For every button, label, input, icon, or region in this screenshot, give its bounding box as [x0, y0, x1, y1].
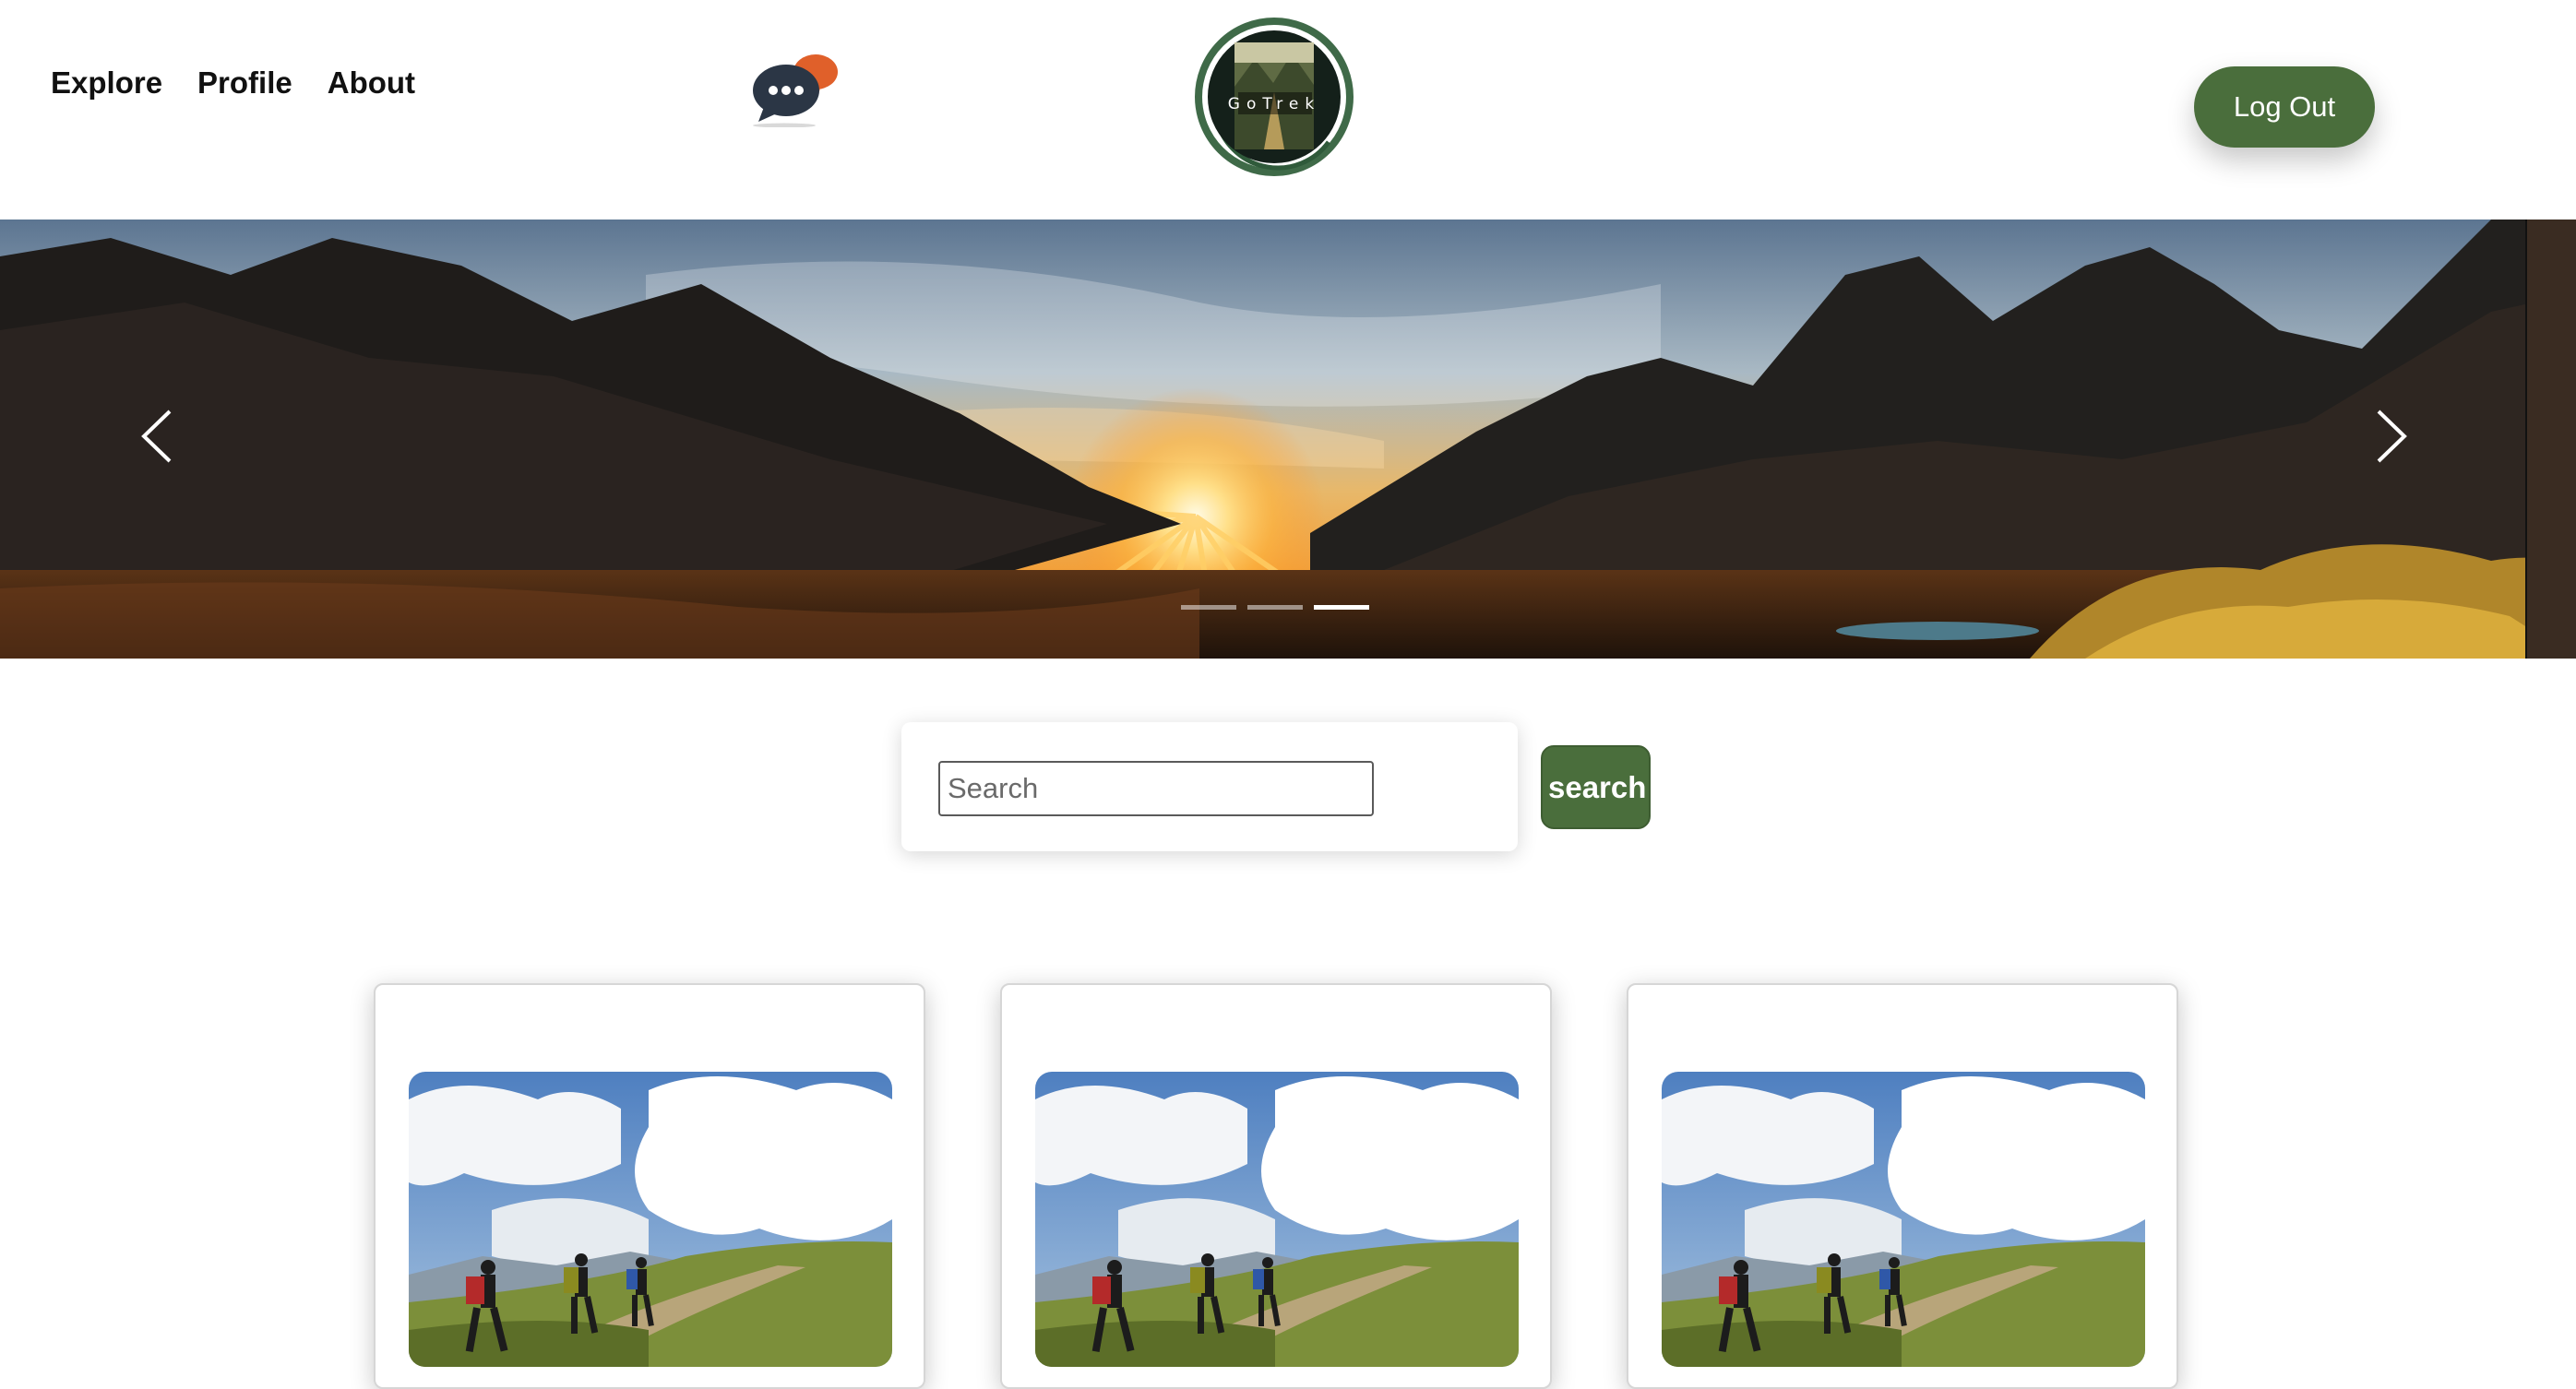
carousel-indicators	[1181, 605, 1369, 610]
carousel-prev-icon[interactable]	[129, 404, 185, 469]
carousel-next-icon[interactable]	[2364, 404, 2419, 469]
top-header: Explore Profile About GoTrek Log Out	[0, 0, 2576, 220]
trail-card[interactable]	[374, 983, 925, 1389]
carousel-indicator-3[interactable]	[1314, 605, 1369, 610]
logout-button[interactable]: Log Out	[2194, 66, 2375, 148]
carousel-indicator-2[interactable]	[1247, 605, 1303, 610]
card-image	[1662, 1072, 2145, 1367]
hikers-image	[409, 1072, 892, 1367]
card-image	[1035, 1072, 1519, 1367]
search-button[interactable]: search	[1541, 745, 1651, 829]
search-input[interactable]	[938, 761, 1374, 816]
hikers-image	[1035, 1072, 1519, 1367]
nav-link-profile[interactable]: Profile	[197, 63, 292, 103]
logo-text: GoTrek	[1228, 95, 1320, 113]
hero-mountain-sunset-image	[0, 220, 2576, 659]
trail-card[interactable]	[1000, 983, 1552, 1389]
search-card	[901, 722, 1518, 851]
main-nav: Explore Profile About	[51, 63, 415, 103]
nav-link-explore[interactable]: Explore	[51, 63, 162, 103]
card-image	[409, 1072, 892, 1367]
hikers-image	[1662, 1072, 2145, 1367]
nav-link-about[interactable]: About	[328, 63, 415, 103]
trail-card[interactable]	[1627, 983, 2178, 1389]
gotrek-logo[interactable]: GoTrek	[1190, 13, 1358, 181]
chat-icon[interactable]	[749, 48, 841, 127]
hero-carousel	[0, 220, 2576, 659]
carousel-indicator-1[interactable]	[1181, 605, 1236, 610]
